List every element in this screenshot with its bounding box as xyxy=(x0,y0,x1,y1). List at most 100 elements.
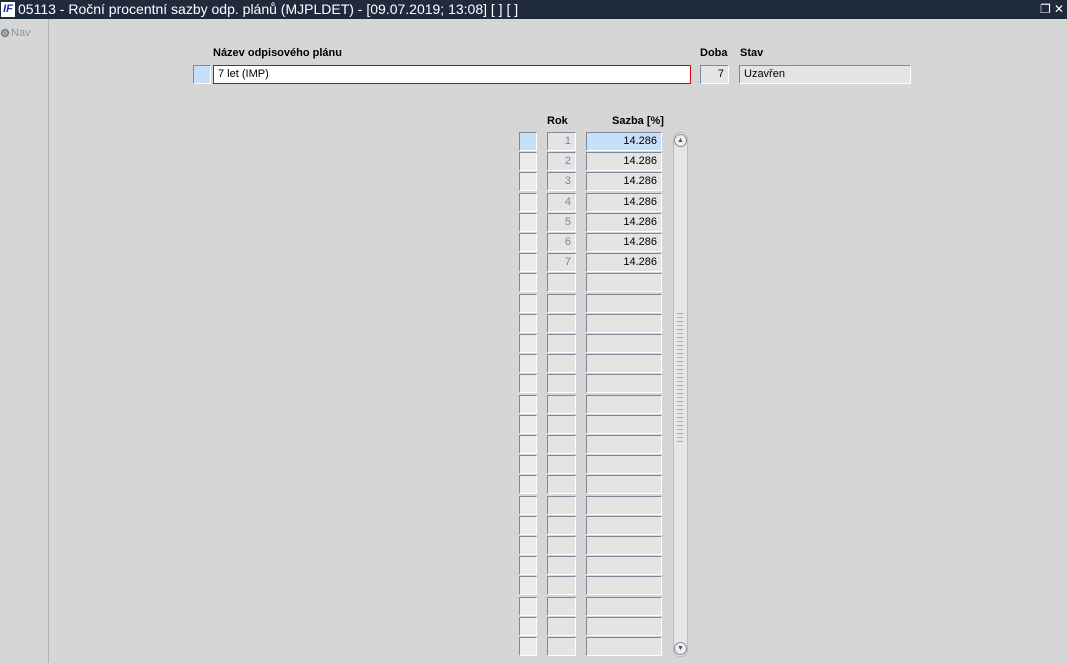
rok-cell[interactable] xyxy=(547,293,576,313)
sazba-cell[interactable] xyxy=(586,293,662,313)
sazba-cell[interactable] xyxy=(586,455,662,475)
col-sazba: Sazba [%] xyxy=(612,115,664,127)
rok-cell[interactable] xyxy=(547,354,576,374)
sazba-cell[interactable]: 14.286 xyxy=(586,233,662,252)
rok-cell[interactable] xyxy=(547,616,576,636)
row-selector[interactable] xyxy=(519,637,537,656)
rok-cell[interactable] xyxy=(547,515,576,535)
sazba-cell[interactable]: 14.286 xyxy=(586,152,662,172)
rok-cell[interactable] xyxy=(547,394,576,414)
sazba-cell[interactable] xyxy=(586,536,662,555)
name-input[interactable]: 7 let (IMP) xyxy=(213,65,691,84)
record-selector[interactable] xyxy=(193,65,211,84)
rok-cell[interactable] xyxy=(547,374,576,394)
scroll-up-icon[interactable]: ▲ xyxy=(674,134,687,147)
rok-cell[interactable] xyxy=(547,495,576,515)
sazba-cell[interactable]: 14.286 xyxy=(586,253,662,273)
rok-cell[interactable] xyxy=(547,536,576,555)
window-title: 05113 - Roční procentní sazby odp. plánů… xyxy=(18,1,519,17)
row-selector[interactable] xyxy=(519,354,537,374)
sazba-cell[interactable] xyxy=(586,576,662,596)
rok-cell[interactable] xyxy=(547,576,576,596)
rok-cell[interactable]: 2 xyxy=(547,152,576,172)
row-selector[interactable] xyxy=(519,495,537,515)
sazba-cell[interactable] xyxy=(586,637,662,656)
rok-cell[interactable] xyxy=(547,313,576,333)
sazba-cell[interactable]: 14.286 xyxy=(586,192,662,212)
rok-cell[interactable] xyxy=(547,414,576,434)
row-selector[interactable] xyxy=(519,273,537,293)
rok-cell[interactable] xyxy=(547,435,576,454)
sazba-cell[interactable] xyxy=(586,334,662,353)
sazba-cell[interactable] xyxy=(586,414,662,434)
nav-radio[interactable]: Nav xyxy=(1,27,31,39)
row-selector[interactable] xyxy=(519,172,537,192)
row-selector[interactable] xyxy=(519,192,537,212)
title-bar: IF 05113 - Roční procentní sazby odp. pl… xyxy=(0,0,1067,19)
sazba-cell[interactable]: 14.286 xyxy=(586,132,662,151)
rok-cell[interactable] xyxy=(547,637,576,656)
sazba-cell[interactable] xyxy=(586,495,662,515)
rok-cell[interactable]: 3 xyxy=(547,172,576,192)
row-selector[interactable] xyxy=(519,536,537,555)
rok-cell[interactable] xyxy=(547,334,576,353)
rok-cell[interactable]: 5 xyxy=(547,212,576,232)
sazba-cell[interactable] xyxy=(586,394,662,414)
row-selector[interactable] xyxy=(519,394,537,414)
rok-cell[interactable] xyxy=(547,556,576,576)
row-selector[interactable] xyxy=(519,374,537,394)
sazba-cell[interactable] xyxy=(586,273,662,293)
row-selector[interactable] xyxy=(519,233,537,252)
sazba-cell[interactable] xyxy=(586,475,662,495)
name-label: Název odpisového plánu xyxy=(213,47,342,59)
sazba-cell[interactable] xyxy=(586,515,662,535)
left-panel: Nav xyxy=(0,19,49,663)
row-selector[interactable] xyxy=(519,576,537,596)
scroll-down-icon[interactable]: ▼ xyxy=(674,642,687,655)
doba-label: Doba xyxy=(700,47,728,59)
sazba-cell[interactable]: 14.286 xyxy=(586,172,662,192)
nav-label: Nav xyxy=(11,27,31,39)
col-rok: Rok xyxy=(547,115,568,127)
row-selector[interactable] xyxy=(519,414,537,434)
rok-cell[interactable]: 4 xyxy=(547,192,576,212)
doba-field[interactable]: 7 xyxy=(700,65,729,84)
rok-cell[interactable] xyxy=(547,273,576,293)
rok-cell[interactable] xyxy=(547,596,576,616)
stav-field[interactable]: Uzavřen xyxy=(739,65,911,84)
sazba-cell[interactable] xyxy=(586,556,662,576)
row-selector[interactable] xyxy=(519,212,537,232)
row-selector[interactable] xyxy=(519,132,537,151)
sazba-cell[interactable]: 14.286 xyxy=(586,212,662,232)
restore-icon[interactable]: ❐ xyxy=(1040,0,1051,19)
vertical-scrollbar[interactable]: ▲ ▼ xyxy=(673,132,688,657)
row-selector[interactable] xyxy=(519,293,537,313)
sazba-cell[interactable] xyxy=(586,435,662,454)
row-selector[interactable] xyxy=(519,616,537,636)
sazba-cell[interactable] xyxy=(586,374,662,394)
row-selector[interactable] xyxy=(519,475,537,495)
row-selector[interactable] xyxy=(519,435,537,454)
row-selector[interactable] xyxy=(519,556,537,576)
rok-cell[interactable]: 6 xyxy=(547,233,576,252)
row-selector[interactable] xyxy=(519,313,537,333)
stav-label: Stav xyxy=(740,47,764,59)
sazba-cell[interactable] xyxy=(586,616,662,636)
rok-cell[interactable]: 1 xyxy=(547,132,576,151)
close-icon[interactable]: ✕ xyxy=(1054,0,1064,19)
radio-icon xyxy=(1,29,9,37)
row-selector[interactable] xyxy=(519,253,537,273)
row-selector[interactable] xyxy=(519,455,537,475)
sazba-cell[interactable] xyxy=(586,354,662,374)
row-selector[interactable] xyxy=(519,334,537,353)
rok-cell[interactable]: 7 xyxy=(547,253,576,273)
row-selector[interactable] xyxy=(519,515,537,535)
sazba-cell[interactable] xyxy=(586,596,662,616)
scroll-thumb[interactable] xyxy=(677,313,683,443)
rok-cell[interactable] xyxy=(547,455,576,475)
row-selector[interactable] xyxy=(519,152,537,172)
row-selector[interactable] xyxy=(519,596,537,616)
rok-cell[interactable] xyxy=(547,475,576,495)
app-logo-icon: IF xyxy=(1,2,15,17)
sazba-cell[interactable] xyxy=(586,313,662,333)
